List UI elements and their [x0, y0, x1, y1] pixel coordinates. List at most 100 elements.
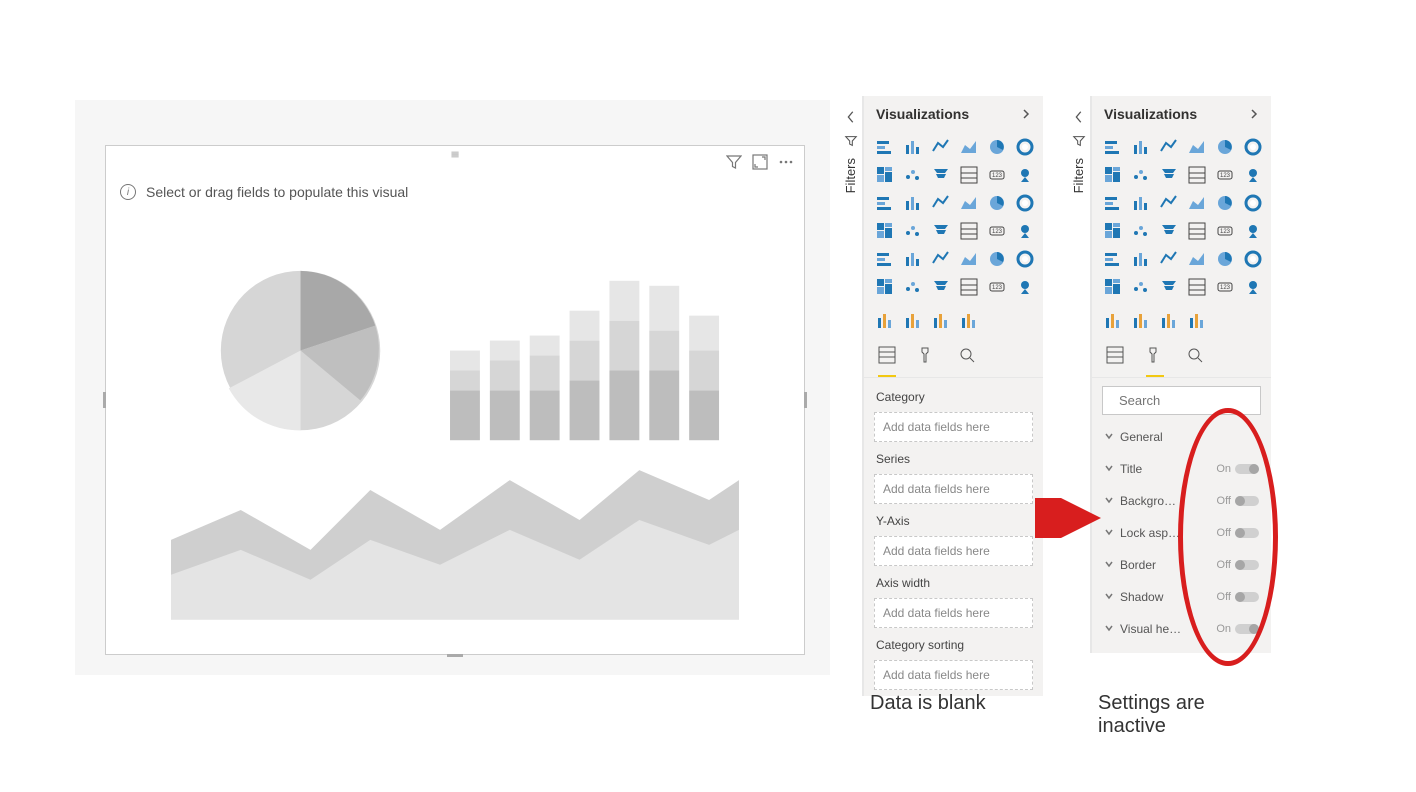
focus-mode-icon[interactable]	[752, 154, 768, 175]
custom-viz-custom-3-icon[interactable]	[930, 310, 952, 332]
viz-table-icon[interactable]	[1158, 248, 1180, 270]
viz-stacked-column-icon[interactable]	[902, 136, 924, 158]
viz-multi-row-card-icon[interactable]	[1242, 220, 1264, 242]
viz-python-visual-icon[interactable]	[1242, 248, 1264, 270]
viz-matrix-icon[interactable]	[958, 248, 980, 270]
viz-funnel-icon[interactable]	[902, 192, 924, 214]
viz-clustered-column-icon[interactable]	[958, 136, 980, 158]
custom-viz-custom-2-icon[interactable]	[1130, 310, 1152, 332]
expand-left-icon[interactable]	[1072, 110, 1086, 124]
viz-line-clustered-column-icon[interactable]: 123	[986, 164, 1008, 186]
viz-clustered-bar-icon[interactable]	[930, 136, 952, 158]
viz-slicer-icon[interactable]	[1130, 248, 1152, 270]
visual-placeholder[interactable]: ══ i Select or drag fields to populate t…	[105, 145, 805, 655]
viz-key-influencers-icon[interactable]	[1102, 276, 1124, 298]
fields-tab[interactable]	[1106, 346, 1124, 377]
custom-viz-custom-4-icon[interactable]	[1186, 310, 1208, 332]
filters-pane-collapsed[interactable]: Filters	[839, 96, 863, 696]
field-well[interactable]: Add data fields here	[874, 536, 1033, 566]
viz-decomposition-tree-icon[interactable]	[1130, 276, 1152, 298]
viz-qa-icon[interactable]	[930, 276, 952, 298]
viz-100-stacked-bar-icon[interactable]	[986, 136, 1008, 158]
format-toggle[interactable]	[1235, 464, 1259, 474]
viz-waterfall-icon[interactable]	[1102, 192, 1124, 214]
analytics-tab[interactable]	[1186, 346, 1204, 377]
collapse-panel-icon[interactable]	[1249, 106, 1259, 122]
viz-100-stacked-column-icon[interactable]	[1242, 136, 1264, 158]
viz-treemap-icon[interactable]	[1242, 192, 1264, 214]
field-well[interactable]: Add data fields here	[874, 474, 1033, 504]
custom-viz-custom-1-icon[interactable]	[1102, 310, 1124, 332]
format-search-input[interactable]	[1119, 393, 1295, 408]
field-well[interactable]: Add data fields here	[874, 412, 1033, 442]
viz-stacked-column-icon[interactable]	[1130, 136, 1152, 158]
viz-multi-row-card-icon[interactable]	[1014, 220, 1036, 242]
custom-viz-custom-3-icon[interactable]	[1158, 310, 1180, 332]
field-well[interactable]: Add data fields here	[874, 660, 1033, 690]
viz-paginated-icon[interactable]	[1186, 276, 1208, 298]
viz-clustered-bar-icon[interactable]	[1158, 136, 1180, 158]
format-row[interactable]: Lock asp…Off	[1102, 517, 1261, 549]
custom-viz-custom-4-icon[interactable]	[958, 310, 980, 332]
viz-ribbon-icon[interactable]	[1242, 164, 1264, 186]
format-tab[interactable]	[918, 346, 936, 377]
viz-area-icon[interactable]	[1130, 164, 1152, 186]
format-row[interactable]: TitleOn	[1102, 453, 1261, 485]
viz-line-stacked-column-icon[interactable]	[958, 164, 980, 186]
viz-100-stacked-bar-icon[interactable]	[1214, 136, 1236, 158]
viz-r-visual-icon[interactable]	[986, 248, 1008, 270]
format-toggle[interactable]	[1235, 560, 1259, 570]
viz-scatter-icon[interactable]	[1158, 192, 1180, 214]
viz-line-icon[interactable]	[1102, 164, 1124, 186]
viz-gauge-icon[interactable]	[1186, 220, 1208, 242]
format-search[interactable]	[1102, 386, 1261, 415]
viz-gauge-icon[interactable]	[958, 220, 980, 242]
format-tab[interactable]	[1146, 346, 1164, 377]
format-toggle[interactable]	[1235, 592, 1259, 602]
viz-stacked-area-icon[interactable]	[930, 164, 952, 186]
fields-tab[interactable]	[878, 346, 896, 377]
collapse-panel-icon[interactable]	[1021, 106, 1031, 122]
format-toggle[interactable]	[1235, 528, 1259, 538]
viz-more-icon[interactable]	[1242, 276, 1264, 298]
viz-stacked-bar-icon[interactable]	[874, 136, 896, 158]
custom-viz-custom-1-icon[interactable]	[874, 310, 896, 332]
viz-slicer-icon[interactable]	[902, 248, 924, 270]
viz-matrix-icon[interactable]	[1186, 248, 1208, 270]
format-row[interactable]: Visual he…On	[1102, 613, 1261, 645]
viz-filled-map-icon[interactable]	[902, 220, 924, 242]
viz-stacked-bar-icon[interactable]	[1102, 136, 1124, 158]
format-toggle[interactable]	[1235, 624, 1259, 634]
viz-line-stacked-column-icon[interactable]	[1186, 164, 1208, 186]
viz-kpi-icon[interactable]	[874, 248, 896, 270]
format-row[interactable]: General	[1102, 421, 1261, 453]
viz-ribbon-icon[interactable]	[1014, 164, 1036, 186]
expand-left-icon[interactable]	[844, 110, 858, 124]
viz-treemap-icon[interactable]	[1014, 192, 1036, 214]
viz-pie-icon[interactable]	[958, 192, 980, 214]
viz-funnel-icon[interactable]	[1130, 192, 1152, 214]
viz-card-icon[interactable]: 123	[986, 220, 1008, 242]
viz-100-stacked-column-icon[interactable]	[1014, 136, 1036, 158]
viz-map-icon[interactable]	[1102, 220, 1124, 242]
viz-r-visual-icon[interactable]	[1214, 248, 1236, 270]
filter-icon[interactable]	[726, 154, 742, 175]
viz-donut-icon[interactable]	[986, 192, 1008, 214]
viz-donut-icon[interactable]	[1214, 192, 1236, 214]
viz-line-icon[interactable]	[874, 164, 896, 186]
viz-line-clustered-column-icon[interactable]: 123	[1214, 164, 1236, 186]
viz-scatter-icon[interactable]	[930, 192, 952, 214]
viz-waterfall-icon[interactable]	[874, 192, 896, 214]
viz-qa-icon[interactable]	[1158, 276, 1180, 298]
viz-decomposition-tree-icon[interactable]	[902, 276, 924, 298]
viz-filled-map-icon[interactable]	[1130, 220, 1152, 242]
viz-clustered-column-icon[interactable]	[1186, 136, 1208, 158]
viz-more-icon[interactable]	[1014, 276, 1036, 298]
viz-stacked-area-icon[interactable]	[1158, 164, 1180, 186]
viz-shape-map-icon[interactable]	[1158, 220, 1180, 242]
viz-paginated-icon[interactable]	[958, 276, 980, 298]
field-well[interactable]: Add data fields here	[874, 598, 1033, 628]
format-row[interactable]: ShadowOff	[1102, 581, 1261, 613]
viz-power-apps-icon[interactable]: 123	[1214, 276, 1236, 298]
viz-pie-icon[interactable]	[1186, 192, 1208, 214]
